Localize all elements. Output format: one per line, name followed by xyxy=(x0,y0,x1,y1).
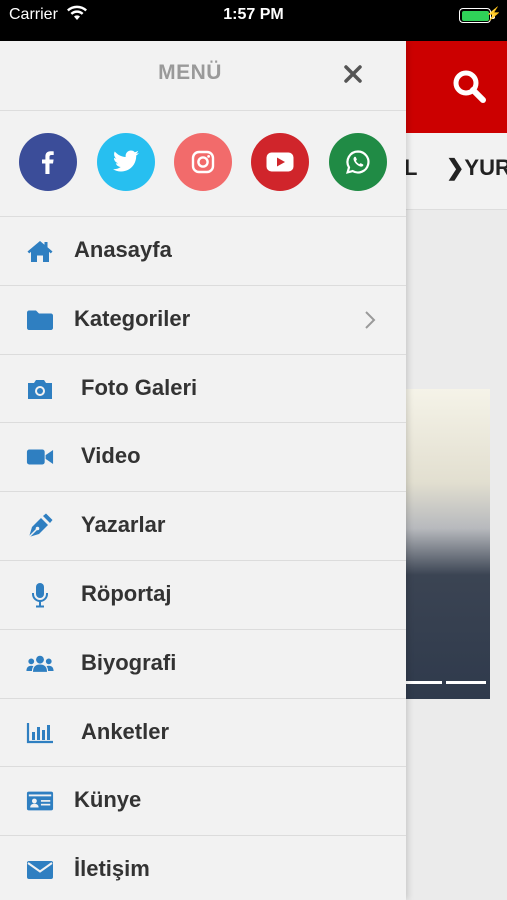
instagram-button[interactable] xyxy=(174,133,232,191)
side-menu-drawer: MENÜ Anasayfa Kategoriler Foto Galeri Vi… xyxy=(0,41,406,900)
nav-item-yurt[interactable]: ❯YURT xyxy=(446,155,507,181)
twitter-icon xyxy=(112,150,139,172)
charging-icon: ⚡ xyxy=(485,6,502,21)
search-button[interactable] xyxy=(449,67,489,107)
facebook-button[interactable] xyxy=(19,133,77,191)
menu-list: Anasayfa Kategoriler Foto Galeri Video Y… xyxy=(0,217,406,900)
close-button[interactable] xyxy=(340,61,366,87)
close-icon xyxy=(344,65,362,83)
video-camera-icon xyxy=(26,444,54,470)
chevron-right-icon xyxy=(364,310,376,335)
menu-item-label: Künye xyxy=(74,787,142,813)
menu-item-label: Yazarlar xyxy=(81,512,166,538)
whatsapp-button[interactable] xyxy=(329,133,387,191)
menu-item-yazarlar[interactable]: Yazarlar xyxy=(0,492,406,561)
envelope-icon xyxy=(26,857,54,883)
id-card-icon xyxy=(26,788,54,814)
menu-item-roportaj[interactable]: Röportaj xyxy=(0,561,406,630)
bar-chart-icon xyxy=(26,720,54,746)
social-links xyxy=(0,111,406,217)
camera-icon xyxy=(26,376,54,402)
pen-icon xyxy=(26,513,54,539)
twitter-button[interactable] xyxy=(97,133,155,191)
instagram-icon xyxy=(191,150,215,174)
status-bar: Carrier 1:57 PM ⚡ xyxy=(0,0,507,36)
youtube-icon xyxy=(266,152,294,172)
slider-indicator[interactable] xyxy=(402,681,442,684)
menu-item-anasayfa[interactable]: Anasayfa xyxy=(0,217,406,286)
menu-item-video[interactable]: Video xyxy=(0,423,406,493)
menu-title: MENÜ xyxy=(158,61,222,84)
menu-item-label: Kategoriler xyxy=(74,305,191,331)
search-icon xyxy=(453,70,486,103)
menu-item-label: Foto Galeri xyxy=(81,374,198,400)
menu-item-biyografi[interactable]: Biyografi xyxy=(0,630,406,699)
users-icon xyxy=(26,651,54,677)
menu-item-label: Anasayfa xyxy=(74,237,172,262)
slider-indicator[interactable] xyxy=(446,681,486,684)
menu-item-iletisim[interactable]: İletişim xyxy=(0,836,406,900)
menu-item-label: Röportaj xyxy=(81,580,172,606)
home-icon xyxy=(26,238,54,264)
drawer-header: MENÜ xyxy=(0,41,406,111)
menu-item-label: Biyografi xyxy=(81,649,177,675)
facebook-icon xyxy=(42,151,54,174)
menu-item-kategoriler[interactable]: Kategoriler xyxy=(0,286,406,355)
folder-icon xyxy=(26,307,54,333)
nav-item-partial[interactable]: L xyxy=(404,155,417,181)
clock: 1:57 PM xyxy=(223,6,284,23)
menu-item-kunye[interactable]: Künye xyxy=(0,767,406,837)
microphone-icon xyxy=(26,582,54,608)
menu-item-foto-galeri[interactable]: Foto Galeri xyxy=(0,355,406,424)
menu-item-anketler[interactable]: Anketler xyxy=(0,699,406,768)
menu-item-label: Video xyxy=(81,443,141,469)
youtube-button[interactable] xyxy=(251,133,309,191)
menu-item-label: Anketler xyxy=(81,718,170,744)
whatsapp-icon xyxy=(346,150,370,174)
menu-item-label: İletişim xyxy=(74,856,150,882)
